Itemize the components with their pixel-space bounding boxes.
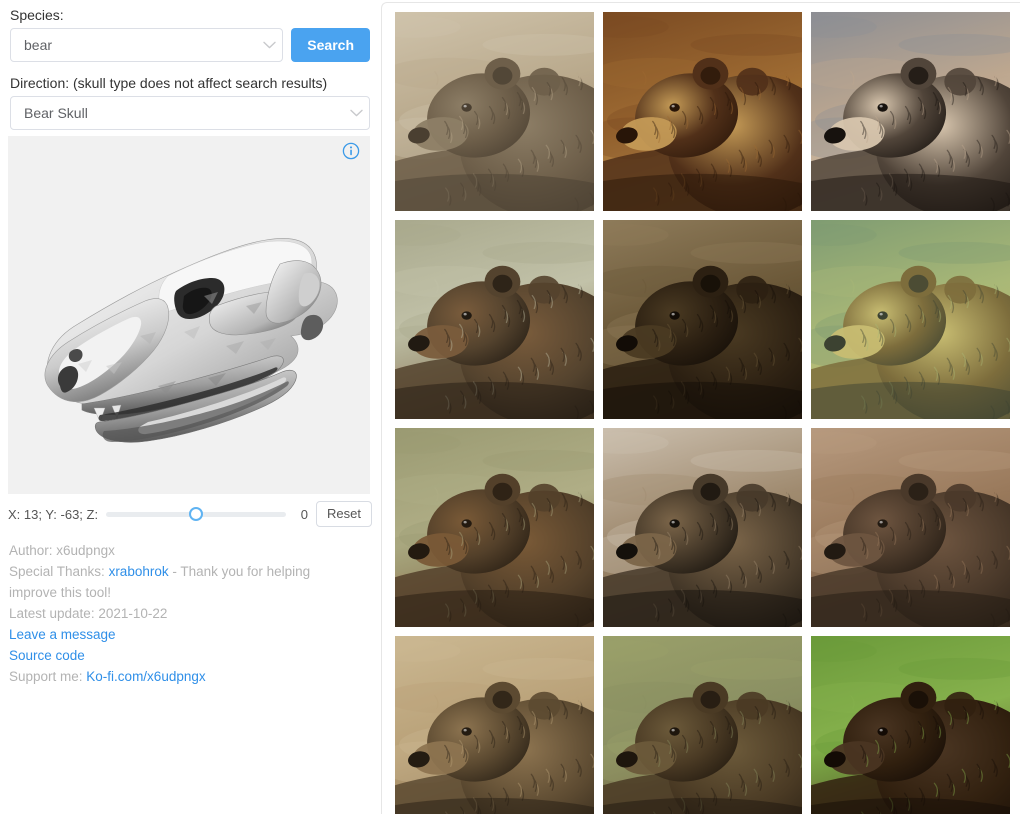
species-label: Species: xyxy=(10,7,64,23)
bear-photo xyxy=(603,220,802,419)
result-thumbnail[interactable] xyxy=(603,220,802,419)
result-thumbnail[interactable] xyxy=(395,12,594,211)
result-thumbnail[interactable] xyxy=(395,220,594,419)
direction-select[interactable]: Bear Skull xyxy=(10,96,370,130)
bear-photo xyxy=(395,428,594,627)
direction-select-value: Bear Skull xyxy=(24,105,88,121)
result-thumbnail[interactable] xyxy=(603,636,802,814)
result-thumbnail[interactable] xyxy=(811,12,1010,211)
result-thumbnail[interactable] xyxy=(395,636,594,814)
reset-button[interactable]: Reset xyxy=(316,501,372,527)
skull-search-app: Species: bear Search Direction: (skull t… xyxy=(0,0,1020,814)
search-results-panel xyxy=(381,2,1020,814)
rotation-controls: X: 13; Y: -63; Z: 0 Reset xyxy=(0,499,380,529)
support-prefix: Support me: xyxy=(9,669,87,684)
credits-block: Author: x6udpngx Special Thanks: xrabohr… xyxy=(9,540,349,687)
result-thumbnail[interactable] xyxy=(811,428,1010,627)
latest-update-line: Latest update: 2021-10-22 xyxy=(9,606,168,621)
result-thumbnail[interactable] xyxy=(811,220,1010,419)
result-thumbnail[interactable] xyxy=(603,428,802,627)
species-search-row: bear Search xyxy=(0,28,380,62)
author-name: x6udpngx xyxy=(56,543,115,558)
species-select-value: bear xyxy=(24,37,53,53)
bear-photo xyxy=(811,428,1010,627)
bear-skull-3d-model[interactable] xyxy=(8,136,370,494)
direction-label: Direction: (skull type does not affect s… xyxy=(10,75,328,91)
search-button[interactable]: Search xyxy=(291,28,370,62)
bear-photo xyxy=(811,636,1010,814)
bear-photo xyxy=(603,12,802,211)
author-prefix: Author: xyxy=(9,543,57,558)
skull-3d-viewer[interactable] xyxy=(8,136,370,494)
bear-photo xyxy=(395,220,594,419)
left-control-panel: Species: bear Search Direction: (skull t… xyxy=(0,0,380,814)
leave-message-line: Leave a message xyxy=(9,624,349,645)
image-results-grid xyxy=(395,12,1010,814)
info-circle-icon[interactable] xyxy=(342,142,360,160)
coordinate-readout: X: 13; Y: -63; Z: xyxy=(8,506,99,522)
chevron-down-icon xyxy=(343,96,369,130)
bear-photo xyxy=(395,636,594,814)
result-thumbnail[interactable] xyxy=(811,636,1010,814)
slider-thumb[interactable] xyxy=(189,507,204,521)
source-code-line: Source code xyxy=(9,645,349,666)
chevron-down-icon xyxy=(256,28,282,62)
xrabohrok-link[interactable]: xrabohrok xyxy=(109,564,169,579)
bear-photo xyxy=(811,220,1010,419)
bear-photo xyxy=(603,428,802,627)
leave-a-message-link[interactable]: Leave a message xyxy=(9,627,116,642)
bear-photo xyxy=(603,636,802,814)
kofi-link[interactable]: Ko-fi.com/x6udpngx xyxy=(86,669,205,684)
bear-photo xyxy=(395,12,594,211)
result-thumbnail[interactable] xyxy=(603,12,802,211)
slider-value-readout: 0 xyxy=(300,506,309,522)
z-rotation-slider[interactable] xyxy=(106,504,287,524)
support-line: Support me: Ko-fi.com/x6udpngx xyxy=(9,666,349,687)
species-select[interactable]: bear xyxy=(10,28,284,62)
source-code-link[interactable]: Source code xyxy=(9,648,85,663)
author-line: Author: x6udpngx xyxy=(9,540,349,561)
bear-photo xyxy=(811,12,1010,211)
thanks-prefix: Special Thanks: xyxy=(9,564,109,579)
result-thumbnail[interactable] xyxy=(395,428,594,627)
special-thanks-line: Special Thanks: xrabohrok - Thank you fo… xyxy=(9,561,349,603)
